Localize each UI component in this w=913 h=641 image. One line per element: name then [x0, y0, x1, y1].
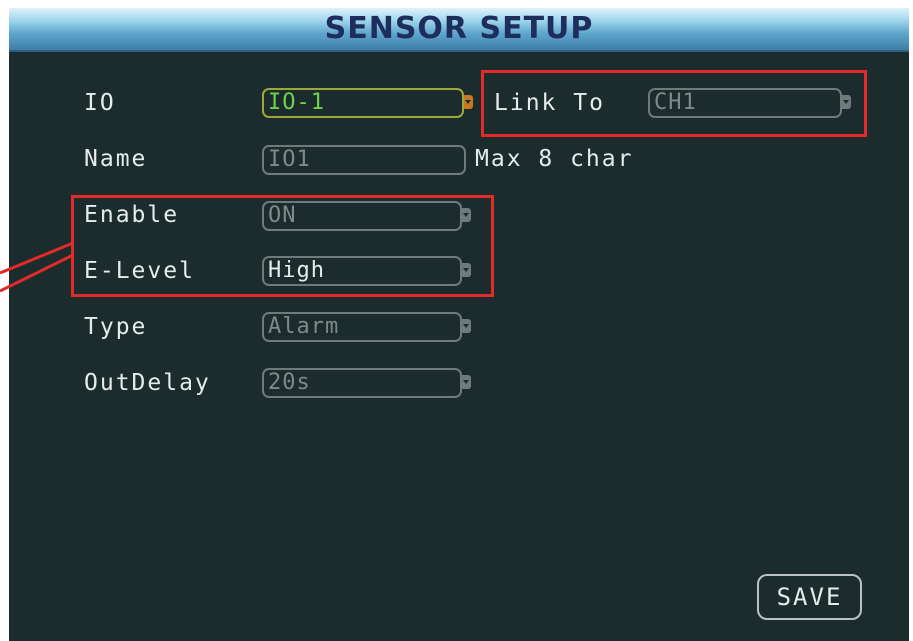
annotation-pointer-lines: [0, 241, 74, 293]
